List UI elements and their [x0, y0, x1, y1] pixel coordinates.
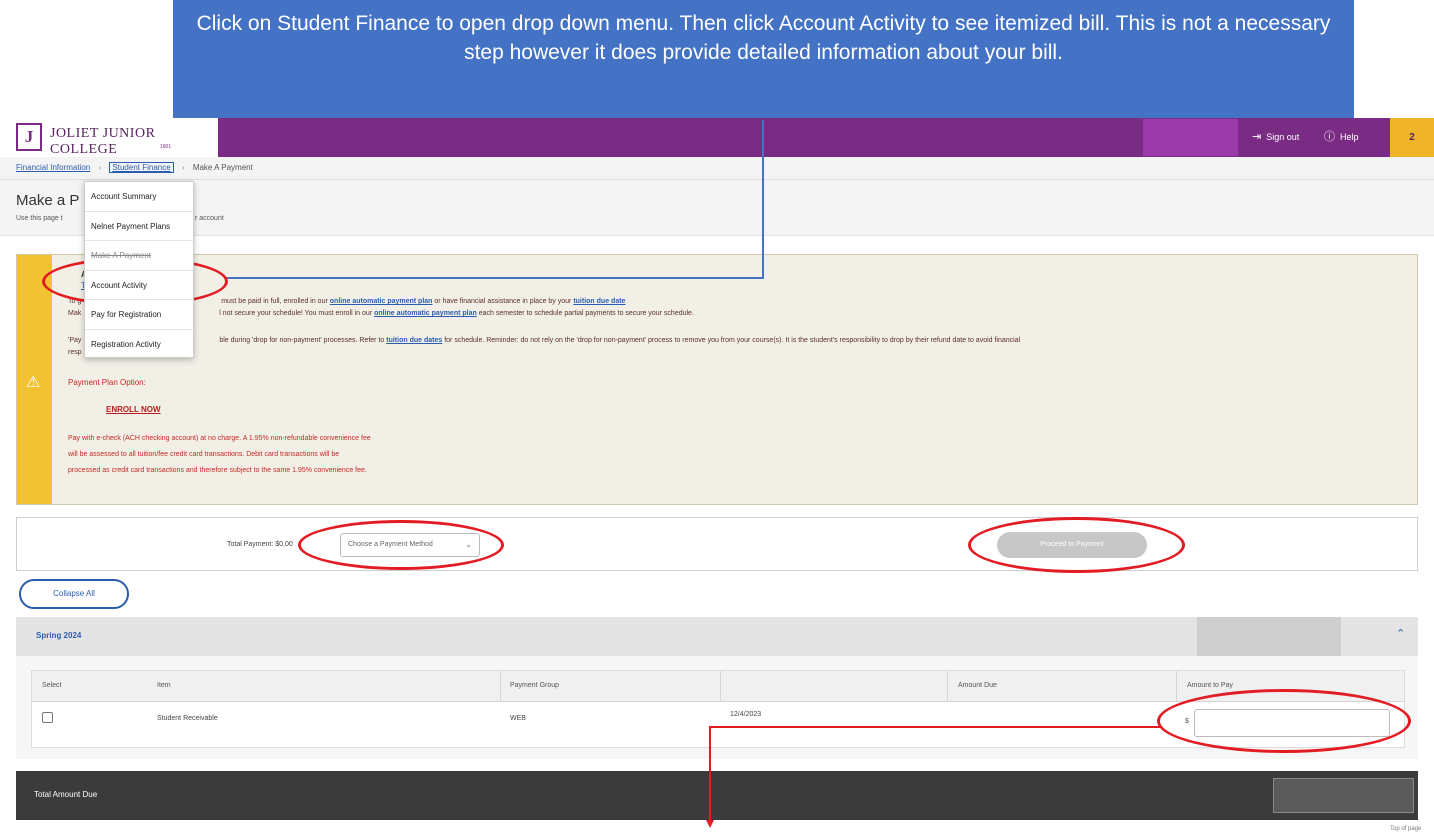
help-icon: ⓘ: [1324, 131, 1335, 143]
row-payment-group: WEB: [510, 715, 526, 722]
alert-line-3: 'Pay ble during 'drop for non-payment' p…: [68, 337, 1020, 344]
term-title: Spring 2024: [36, 631, 82, 640]
alert-line-2-prefix: Mak: [68, 310, 82, 317]
highlight-amount-to-pay: [1157, 689, 1411, 753]
alert-line-2-text: l not secure your schedule! You must enr…: [219, 310, 373, 317]
menu-item-account-activity[interactable]: Account Activity: [85, 271, 193, 300]
top-of-page-link[interactable]: Top of page: [1390, 826, 1421, 832]
fee-line-2: will be assessed to all tuition/fee cred…: [68, 451, 340, 458]
callout-guide-vertical: [762, 120, 764, 279]
page-subtitle: Use this page t: [16, 215, 63, 222]
online-payment-plan-link[interactable]: online automatic payment plan: [330, 298, 433, 305]
total-amount-due-label: Total Amount Due: [34, 790, 98, 799]
pointer-line-vertical: [709, 726, 711, 821]
alert-panel: ⚠ Ale Tuit To g must be paid in full, en…: [16, 254, 1418, 505]
col-amount-to-pay: Amount to Pay: [1187, 682, 1233, 689]
fee-line-1: Pay with e-check (ACH checking account) …: [68, 435, 371, 442]
breadcrumb-separator: ›: [181, 163, 185, 172]
menu-item-nelnet-payment-plans[interactable]: Nelnet Payment Plans: [85, 212, 193, 241]
menu-item-pay-for-registration[interactable]: Pay for Registration: [85, 300, 193, 330]
sign-out-label: Sign out: [1266, 132, 1300, 142]
highlight-payment-method: [298, 520, 504, 570]
alert-bar: ⚠: [17, 255, 52, 504]
col-payment-group: Payment Group: [510, 682, 560, 689]
page-header: Make a P Use this page t r account: [0, 180, 1434, 236]
row-date: 12/4/2023: [730, 711, 762, 718]
logo[interactable]: J JOLIET JUNIOR COLLEGE 1901: [0, 118, 218, 157]
notification-count[interactable]: 2: [1390, 118, 1434, 157]
chevron-up-icon[interactable]: ⌃: [1396, 627, 1405, 640]
arrow-down-icon: [706, 820, 714, 828]
logo-text: JOLIET JUNIOR COLLEGE: [50, 126, 156, 157]
online-payment-plan-link-2[interactable]: online automatic payment plan: [374, 310, 477, 317]
total-payment-label: Total Payment: $0.00: [227, 541, 293, 548]
payment-plan-option: Payment Plan Option:: [68, 378, 146, 387]
callout-guide-horizontal: [226, 277, 764, 279]
breadcrumb: Financial Information › Student Finance …: [0, 157, 1434, 180]
tuition-due-dates-link[interactable]: tuition due dates: [386, 337, 442, 344]
user-name-box[interactable]: [1143, 119, 1238, 156]
sign-out-icon: ⇥: [1252, 131, 1262, 143]
breadcrumb-financial-information[interactable]: Financial Information: [16, 163, 90, 172]
col-select: Select: [42, 682, 62, 689]
total-amount-bar: Total Amount Due: [16, 771, 1418, 820]
alert-line-3-end: for schedule. Reminder: do not rely on t…: [444, 337, 1021, 344]
alert-line-2-end: each semester to schedule partial paymen…: [478, 310, 694, 317]
column-divider: [947, 671, 948, 702]
logo-year: 1901: [160, 144, 172, 150]
select-checkbox[interactable]: [42, 712, 53, 723]
column-divider: [1176, 671, 1177, 702]
tuition-due-date-link[interactable]: tuition due date: [573, 298, 625, 305]
student-finance-dropdown: Account Summary Nelnet Payment Plans Mak…: [84, 181, 194, 358]
column-divider: [720, 671, 721, 702]
college-crest-icon: J: [16, 123, 42, 151]
page-subtitle-end: r account: [195, 215, 224, 222]
instruction-callout: Click on Student Finance to open drop do…: [173, 0, 1354, 118]
warning-icon: ⚠: [26, 374, 41, 391]
alert-line-1-text-2: or have financial assistance in place by…: [434, 298, 572, 305]
total-amount-box: [1273, 778, 1414, 813]
highlight-proceed-button: [968, 517, 1185, 573]
breadcrumb-student-finance[interactable]: Student Finance: [109, 162, 174, 173]
alert-line-3-prefix: 'Pay: [68, 337, 82, 344]
col-item: Item: [157, 682, 171, 689]
breadcrumb-make-a-payment: Make A Payment: [192, 163, 253, 172]
menu-item-account-summary[interactable]: Account Summary: [85, 182, 193, 212]
sign-out-button[interactable]: ⇥ Sign out: [1252, 118, 1299, 157]
term-header[interactable]: Spring 2024 ⌃: [16, 617, 1418, 656]
breadcrumb-separator: ›: [98, 163, 102, 172]
alert-line-1-text: must be paid in full, enrolled in our: [221, 298, 328, 305]
row-item: Student Receivable: [157, 715, 218, 722]
enroll-now-link[interactable]: ENROLL NOW: [106, 405, 161, 414]
col-amount-due: Amount Due: [958, 682, 997, 689]
menu-item-make-a-payment[interactable]: Make A Payment: [85, 241, 193, 271]
help-label: Help: [1340, 132, 1359, 142]
fee-line-3: processed as credit card transactions an…: [68, 467, 367, 474]
collapse-all-button[interactable]: Collapse All: [19, 579, 129, 609]
payment-box: Total Payment: $0.00 Choose a Payment Me…: [16, 517, 1418, 571]
term-amount-box: [1197, 617, 1341, 656]
top-bar: J JOLIET JUNIOR COLLEGE 1901 ⇥ Sign out ⓘ…: [0, 118, 1434, 157]
column-divider: [500, 671, 501, 702]
menu-item-registration-activity[interactable]: Registration Activity: [85, 330, 193, 360]
page-title: Make a P: [16, 192, 80, 209]
alert-line-4: resp: [68, 349, 82, 356]
pointer-line-horizontal: [709, 726, 1161, 728]
help-button[interactable]: ⓘ Help: [1324, 118, 1359, 157]
alert-line-3-text: ble during 'drop for non-payment' proces…: [219, 337, 385, 344]
